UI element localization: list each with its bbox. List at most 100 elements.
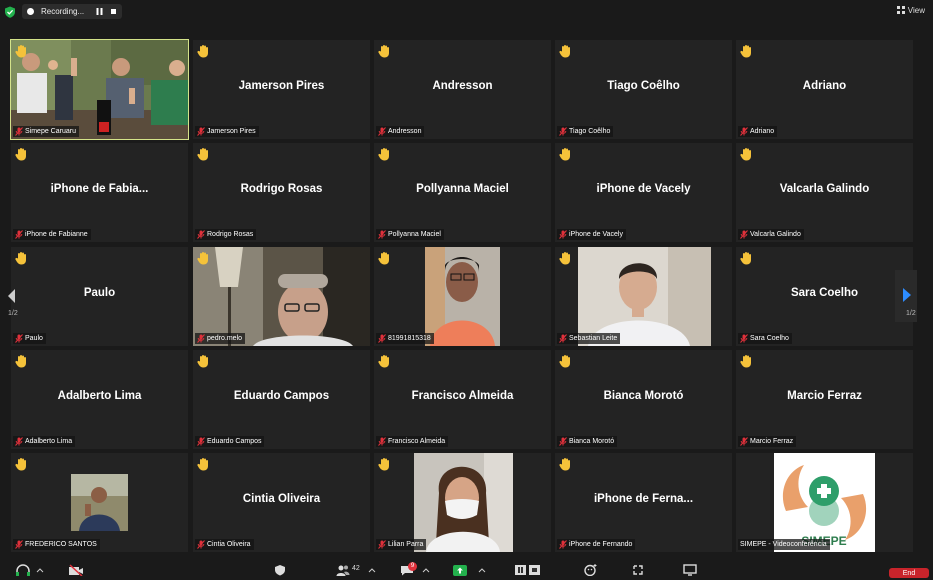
participant-name: Sara Coelho (790, 287, 859, 299)
mic-muted-icon (197, 230, 205, 239)
participants-icon[interactable] (336, 564, 350, 576)
video-off-icon[interactable] (68, 564, 84, 576)
view-label: View (907, 6, 925, 15)
participant-tile[interactable]: Pollyanna Maciel Pollyanna Maciel (374, 143, 551, 242)
participant-tile[interactable]: Eduardo Campos Eduardo Campos (193, 350, 370, 449)
participant-label: FREDERICO SANTOS (13, 539, 100, 550)
participant-name: Paulo (83, 287, 116, 299)
chat-chevron-icon[interactable] (422, 564, 430, 576)
participant-name: Pollyanna Maciel (416, 183, 509, 195)
participant-video (414, 453, 513, 552)
participant-name: iPhone de Vacely (596, 183, 691, 195)
participant-label-text: Simepe Caruaru (25, 128, 76, 135)
participant-tile[interactable]: Cintia Oliveira Cintia Oliveira (193, 453, 370, 552)
mic-muted-icon (740, 127, 748, 136)
participant-tile[interactable]: Jamerson Pires Jamerson Pires (193, 40, 370, 139)
participant-label: Marcio Ferraz (738, 436, 797, 447)
participant-label: Cintia Oliveira (195, 539, 254, 550)
mic-muted-icon (378, 437, 386, 446)
mic-muted-icon (197, 334, 205, 343)
recording-indicator: Recording... (22, 4, 122, 19)
participant-tile[interactable]: Paulo Paulo (11, 247, 188, 346)
participant-label: iPhone de Vacely (557, 229, 626, 240)
participant-tile[interactable]: pedro.melo (193, 247, 370, 346)
participant-label: Sara Coelho (738, 333, 792, 344)
participant-tile[interactable]: Rodrigo Rosas Rodrigo Rosas (193, 143, 370, 242)
participant-label-text: iPhone de Fernando (569, 541, 633, 548)
participant-label: Bianca Morotó (557, 436, 618, 447)
participant-tile[interactable]: SIMEPESIMEPE - Videoconferência (736, 453, 913, 552)
top-bar: Recording... View (0, 0, 933, 24)
participant-name: Adriano (802, 80, 847, 92)
apps-icon[interactable] (632, 564, 644, 576)
participant-label: Adalberto Lima (13, 436, 76, 447)
raised-hand-icon (740, 354, 753, 368)
security-icon[interactable] (274, 564, 286, 576)
participant-name: Francisco Almeida (411, 390, 514, 402)
participant-tile[interactable]: Andresson Andresson (374, 40, 551, 139)
participant-label: Eduardo Campos (195, 436, 265, 447)
participant-name: Marcio Ferraz (787, 390, 862, 402)
participant-video (193, 247, 370, 346)
raised-hand-icon (378, 457, 391, 471)
raised-hand-icon (559, 44, 572, 58)
audio-options-chevron-icon[interactable] (36, 564, 44, 576)
pause-recording-icon[interactable] (96, 8, 103, 15)
raised-hand-icon (378, 44, 391, 58)
security-shield-icon[interactable] (4, 6, 16, 18)
mic-muted-icon (378, 230, 386, 239)
participant-tile[interactable]: Valcarla Galindo Valcarla Galindo (736, 143, 913, 242)
headphones-audio-icon[interactable] (14, 564, 32, 576)
page-indicator-right: 1/2 (906, 310, 916, 317)
participant-tile[interactable]: Adriano Adriano (736, 40, 913, 139)
whiteboard-icon[interactable] (683, 564, 697, 576)
participant-label-text: Valcarla Galindo (750, 231, 801, 238)
participant-label: Rodrigo Rosas (195, 229, 257, 240)
participants-chevron-icon[interactable] (368, 564, 376, 576)
participant-label: iPhone de Fernando (557, 539, 636, 550)
recording-label: Recording... (41, 7, 85, 16)
participant-label-text: Andresson (388, 128, 422, 135)
participant-label-text: Eduardo Campos (207, 438, 262, 445)
participant-name: iPhone de Fabia... (50, 183, 149, 195)
mic-muted-icon (15, 230, 23, 239)
participant-tile[interactable]: iPhone de Ferna... iPhone de Fernando (555, 453, 732, 552)
participant-video (578, 247, 711, 346)
share-chevron-icon[interactable] (478, 564, 486, 576)
participant-tile[interactable]: Sebastian Leite (555, 247, 732, 346)
raised-hand-icon (740, 147, 753, 161)
view-button[interactable]: View (896, 4, 925, 18)
mic-muted-icon (378, 540, 386, 549)
previous-page-arrow-icon[interactable] (2, 278, 22, 314)
mic-muted-icon (740, 334, 748, 343)
reactions-icon[interactable] (584, 564, 598, 576)
participant-tile[interactable]: Lilian Parra (374, 453, 551, 552)
participant-tile[interactable]: Simepe Caruaru (10, 39, 189, 140)
participant-label-text: Adriano (750, 128, 775, 135)
participant-tile[interactable]: Marcio Ferraz Marcio Ferraz (736, 350, 913, 449)
participant-video (425, 247, 500, 346)
participant-tile[interactable]: Tiago Coêlho Tiago Coêlho (555, 40, 732, 139)
stop-recording-icon[interactable] (111, 9, 116, 14)
participant-name: iPhone de Ferna... (593, 493, 694, 505)
participant-tile[interactable]: Bianca Morotó Bianca Morotó (555, 350, 732, 449)
participant-name: Tiago Coêlho (607, 80, 680, 92)
participant-tile[interactable]: iPhone de Fabia... iPhone de Fabianne (11, 143, 188, 242)
share-screen-icon[interactable] (453, 564, 467, 576)
participant-label-text: Paulo (25, 335, 43, 342)
raised-hand-icon (197, 457, 210, 471)
mic-muted-icon (378, 127, 386, 136)
participant-label: iPhone de Fabianne (13, 229, 91, 240)
participant-tile[interactable]: Francisco Almeida Francisco Almeida (374, 350, 551, 449)
participant-tile[interactable]: iPhone de Vacely iPhone de Vacely (555, 143, 732, 242)
participant-label-text: SIMEPE - Videoconferência (740, 541, 827, 548)
participant-label: SIMEPE - Videoconferência (738, 539, 830, 550)
participant-tile[interactable]: FREDERICO SANTOS (11, 453, 188, 552)
participant-name: Andresson (432, 80, 493, 92)
participant-tile[interactable]: 81991815318 (374, 247, 551, 346)
participant-tile[interactable]: Adalberto Lima Adalberto Lima (11, 350, 188, 449)
recording-controls-icon[interactable] (514, 564, 542, 576)
participant-label-text: iPhone de Fabianne (25, 231, 88, 238)
participant-tile[interactable]: Sara Coelho Sara Coelho (736, 247, 913, 346)
participant-label-text: Rodrigo Rosas (207, 231, 254, 238)
